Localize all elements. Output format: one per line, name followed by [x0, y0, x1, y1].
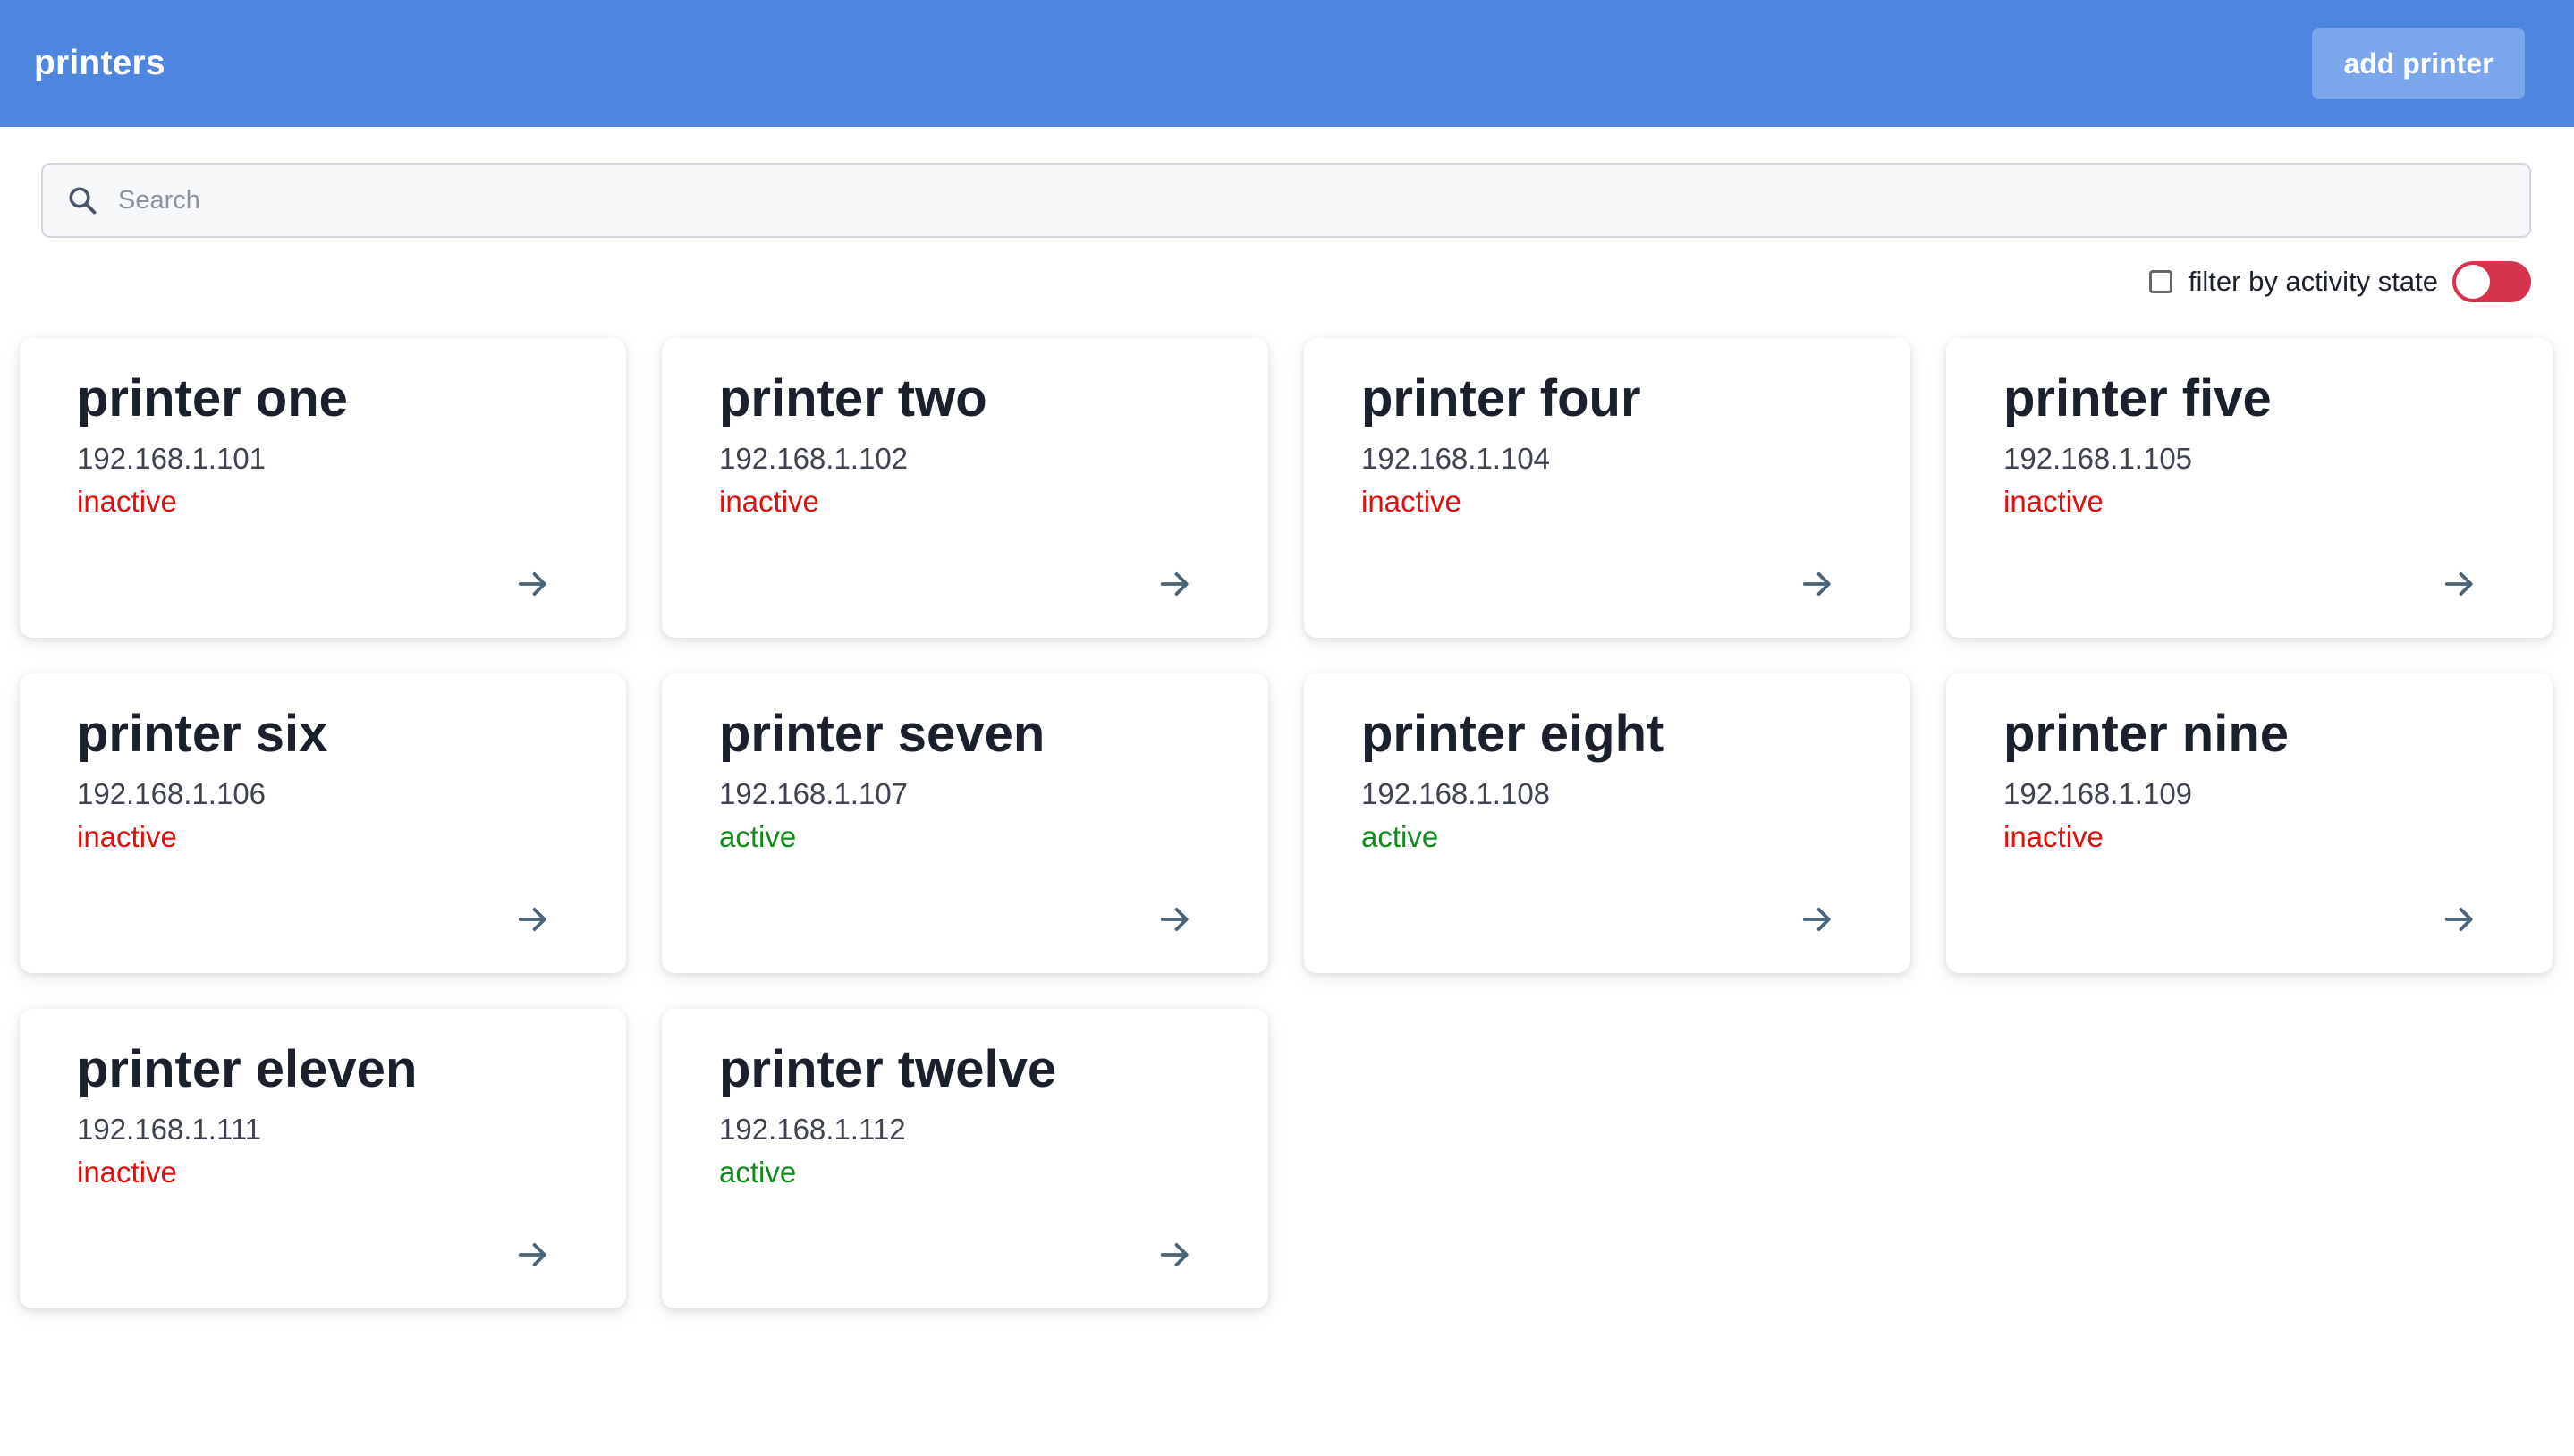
printer-ip: 192.168.1.112 [719, 1112, 906, 1146]
arrow-right-icon[interactable] [2443, 902, 2477, 936]
search-input[interactable] [118, 185, 2443, 216]
printer-status: inactive [77, 484, 177, 518]
printer-ip: 192.168.1.107 [719, 776, 909, 810]
printer-ip: 192.168.1.109 [2003, 776, 2193, 810]
arrow-right-icon[interactable] [1158, 567, 1192, 601]
printer-name: printer nine [2003, 705, 2290, 763]
filter-checkbox[interactable] [2148, 270, 2172, 293]
printer-grid: printer one 192.168.1.101 inactive printer … [20, 338, 2554, 1308]
printer-status: inactive [1361, 484, 1461, 518]
printer-card[interactable]: printer five 192.168.1.105 inactive [1946, 338, 2553, 638]
printer-card[interactable]: printer four 192.168.1.104 inactive [1304, 338, 1910, 638]
printer-ip: 192.168.1.106 [77, 776, 267, 810]
printer-status: inactive [2003, 819, 2104, 853]
filter-label: filter by activity state [2188, 266, 2438, 297]
printer-name: printer two [719, 369, 987, 427]
printer-status: inactive [77, 819, 177, 853]
printer-card[interactable]: printer one 192.168.1.101 inactive [20, 338, 626, 638]
printer-status: active [719, 1155, 797, 1189]
printer-name: printer twelve [719, 1040, 1057, 1098]
arrow-right-icon[interactable] [516, 902, 550, 936]
printer-status: inactive [719, 484, 819, 518]
printer-status: inactive [2003, 484, 2104, 518]
activity-filter: filter by activity state [2148, 259, 2531, 304]
printer-name: printer seven [719, 705, 1046, 763]
toggle-knob [2456, 265, 2490, 299]
printer-ip: 192.168.1.104 [1361, 441, 1551, 475]
printer-name: printer six [77, 705, 328, 763]
printer-ip: 192.168.1.101 [77, 441, 267, 475]
printer-card[interactable]: printer eleven 192.168.1.111 inactive [20, 1009, 626, 1308]
printer-card[interactable]: printer nine 192.168.1.109 inactive [1946, 673, 2553, 973]
printer-card[interactable]: printer two 192.168.1.102 inactive [662, 338, 1268, 638]
printer-ip: 192.168.1.102 [719, 441, 909, 475]
app-title: printers [34, 44, 165, 82]
arrow-right-icon[interactable] [1158, 1238, 1192, 1272]
arrow-right-icon[interactable] [1800, 567, 1834, 601]
arrow-right-icon[interactable] [2443, 567, 2477, 601]
printer-name: printer eight [1361, 705, 1664, 763]
activity-toggle[interactable] [2452, 261, 2531, 302]
printer-card[interactable]: printer twelve 192.168.1.112 active [662, 1009, 1268, 1308]
arrow-right-icon[interactable] [516, 567, 550, 601]
arrow-right-icon[interactable] [1800, 902, 1834, 936]
printer-ip: 192.168.1.111 [77, 1112, 262, 1146]
printer-status: active [1361, 819, 1439, 853]
app-header: printers add printer [0, 0, 2574, 127]
printer-status: active [719, 819, 797, 853]
printer-ip: 192.168.1.105 [2003, 441, 2193, 475]
arrow-right-icon[interactable] [516, 1238, 550, 1272]
printer-status: inactive [77, 1155, 177, 1189]
printer-name: printer four [1361, 369, 1641, 427]
search-icon [69, 187, 97, 215]
add-printer-button[interactable]: add printer [2312, 28, 2525, 99]
arrow-right-icon[interactable] [1158, 902, 1192, 936]
search-bar[interactable] [41, 163, 2531, 238]
printer-name: printer eleven [77, 1040, 418, 1098]
printer-card[interactable]: printer six 192.168.1.106 inactive [20, 673, 626, 973]
printer-name: printer five [2003, 369, 2272, 427]
printer-card[interactable]: printer eight 192.168.1.108 active [1304, 673, 1910, 973]
printer-name: printer one [77, 369, 348, 427]
printer-ip: 192.168.1.108 [1361, 776, 1551, 810]
printer-card[interactable]: printer seven 192.168.1.107 active [662, 673, 1268, 973]
